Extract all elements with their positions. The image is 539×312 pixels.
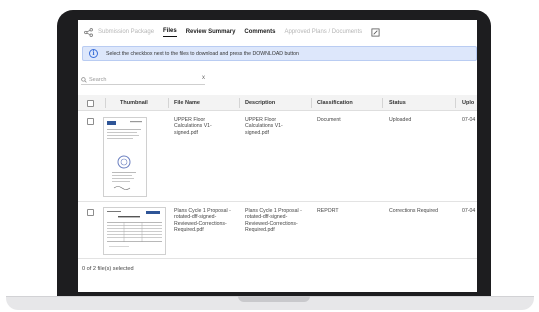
uploaded-cell: 07-04 — [462, 208, 476, 214]
tab-label: Submission Package — [98, 29, 155, 35]
info-icon: i — [89, 49, 98, 58]
info-banner: i Select the checkbox next to the files … — [82, 46, 477, 61]
column-header-file-name[interactable]: File Name — [174, 100, 200, 108]
column-divider — [168, 98, 169, 108]
column-divider — [382, 98, 383, 108]
laptop-screen: Submission Package Files Review Summary … — [78, 20, 477, 292]
file-name-cell[interactable]: UPPER Floor Calculations V1-signed.pdf — [174, 117, 232, 136]
search-icon — [81, 76, 87, 83]
document-thumbnail[interactable] — [103, 117, 147, 197]
info-banner-text: Select the checkbox next to the files to… — [106, 50, 299, 57]
tab-files[interactable]: Files — [163, 28, 177, 37]
open-external-icon[interactable] — [371, 27, 380, 37]
column-header-uploaded[interactable]: Uplo — [462, 100, 474, 108]
column-header-status[interactable]: Status — [389, 100, 406, 108]
tab-bar: Submission Package Files Review Summary … — [78, 20, 477, 44]
status-cell: Uploaded — [389, 117, 412, 123]
column-header-description[interactable]: Description — [245, 100, 275, 108]
table-header: Thumbnail File Name Description Classifi… — [78, 95, 477, 111]
tab-submission-package[interactable]: Submission Package — [84, 27, 155, 37]
file-name-cell[interactable]: Plans Cycle 1 Proposal - rotated-dff-sig… — [174, 208, 236, 234]
column-divider — [311, 98, 312, 108]
search-input[interactable]: Search x — [81, 75, 205, 85]
uploaded-cell: 07-04 — [462, 117, 476, 123]
row-checkbox[interactable] — [87, 209, 94, 216]
column-divider — [455, 98, 456, 108]
share-icon — [84, 27, 93, 37]
column-divider — [105, 98, 106, 108]
table-row[interactable]: Plans Cycle 1 Proposal - rotated-dff-sig… — [78, 203, 477, 259]
tab-approved-plans[interactable]: Approved Plans / Documents — [284, 29, 362, 35]
document-thumbnail[interactable] — [103, 207, 166, 255]
table-row[interactable]: UPPER Floor Calculations V1-signed.pdf U… — [78, 112, 477, 202]
search-clear-icon[interactable]: x — [202, 75, 205, 81]
selection-count: 0 of 2 file(s) selected — [82, 266, 134, 272]
laptop-notch — [238, 296, 310, 302]
classification-cell: REPORT — [317, 208, 339, 214]
status-cell: Corrections Required — [389, 208, 439, 214]
column-header-thumbnail[interactable]: Thumbnail — [120, 100, 148, 108]
row-checkbox[interactable] — [87, 118, 94, 125]
classification-cell: Document — [317, 117, 341, 123]
select-all-checkbox[interactable] — [87, 100, 94, 107]
column-header-classification[interactable]: Classification — [317, 100, 353, 108]
tab-review-summary[interactable]: Review Summary — [186, 29, 236, 35]
search-placeholder: Search — [89, 76, 107, 83]
tab-comments[interactable]: Comments — [244, 29, 275, 35]
column-divider — [239, 98, 240, 108]
description-cell: Plans Cycle 1 Proposal - rotated-dff-sig… — [245, 208, 302, 234]
description-cell: UPPER Floor Calculations V1-signed.pdf — [245, 117, 283, 136]
